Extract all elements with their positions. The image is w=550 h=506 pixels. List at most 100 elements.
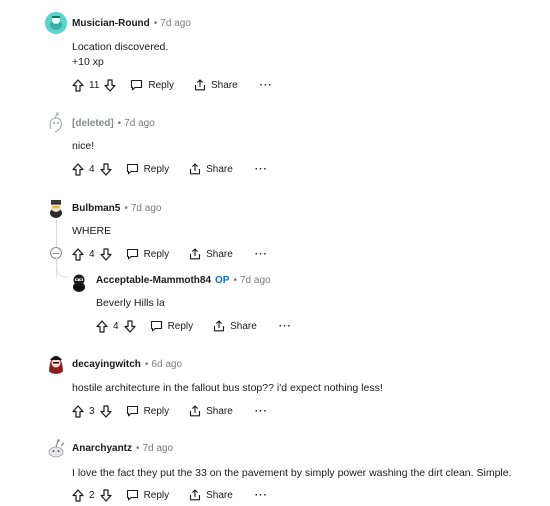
comment-actions: 11 Reply Share ··· bbox=[72, 77, 273, 93]
avatar[interactable] bbox=[45, 112, 67, 134]
share-icon bbox=[190, 489, 201, 501]
share-button[interactable]: Share bbox=[189, 489, 233, 501]
comment-age[interactable]: 7d ago bbox=[124, 118, 155, 129]
share-button[interactable]: Share bbox=[194, 79, 238, 91]
share-icon bbox=[190, 248, 201, 260]
author-name[interactable]: Acceptable-Mammoth84 bbox=[96, 275, 211, 286]
more-options-button[interactable]: ··· bbox=[255, 490, 268, 501]
vote-score: 4 bbox=[89, 163, 95, 175]
comment-age[interactable]: 7d ago bbox=[160, 18, 191, 29]
comment-actions: 3 Reply Share ··· bbox=[72, 403, 268, 419]
downvote-icon[interactable] bbox=[104, 78, 116, 92]
comment-body: Beverly Hills la bbox=[96, 296, 165, 311]
op-badge: OP bbox=[215, 275, 230, 286]
meta-separator: • bbox=[153, 18, 158, 29]
downvote-icon[interactable] bbox=[99, 488, 112, 502]
more-options-button[interactable]: ··· bbox=[255, 406, 268, 417]
comment-meta: Anarchyantz • 7d ago bbox=[72, 443, 173, 454]
reply-button[interactable]: Reply bbox=[126, 248, 170, 260]
comment-meta: Musician-Round • 7d ago bbox=[72, 18, 191, 29]
share-button[interactable]: Share bbox=[189, 405, 233, 417]
downvote-icon[interactable] bbox=[99, 162, 112, 176]
upvote-icon[interactable] bbox=[72, 404, 84, 418]
share-button[interactable]: Share bbox=[189, 248, 233, 260]
reply-label: Reply bbox=[143, 489, 170, 501]
comment-meta: Acceptable-Mammoth84 OP • 7d ago bbox=[96, 275, 271, 286]
share-icon bbox=[194, 79, 206, 91]
meta-separator: • bbox=[117, 118, 122, 129]
more-options-button[interactable]: ··· bbox=[260, 80, 273, 91]
reply-button[interactable]: Reply bbox=[130, 79, 174, 91]
reply-button[interactable]: Reply bbox=[126, 489, 170, 501]
author-name[interactable]: Bulbman5 bbox=[72, 203, 120, 214]
comment-line: I love the fact they put the 33 on the p… bbox=[72, 467, 512, 479]
vote-score: 4 bbox=[113, 320, 119, 332]
avatar[interactable] bbox=[45, 12, 67, 34]
share-label: Share bbox=[206, 163, 233, 175]
upvote-icon[interactable] bbox=[72, 78, 84, 92]
share-icon bbox=[190, 405, 201, 417]
reply-button[interactable]: Reply bbox=[126, 163, 170, 175]
share-icon bbox=[190, 163, 201, 175]
comment-line: nice! bbox=[72, 140, 95, 152]
avatar[interactable] bbox=[45, 197, 67, 219]
share-icon bbox=[214, 320, 225, 332]
comment-age[interactable]: 7d ago bbox=[143, 443, 174, 454]
comment-actions: 4 Reply Share ··· bbox=[72, 246, 268, 262]
avatar[interactable] bbox=[68, 270, 90, 292]
author-name[interactable]: Musician-Round bbox=[72, 18, 150, 29]
upvote-icon[interactable] bbox=[72, 162, 84, 176]
downvote-icon[interactable] bbox=[123, 319, 136, 333]
comment-age[interactable]: 7d ago bbox=[131, 203, 162, 214]
vote-score: 4 bbox=[89, 248, 95, 260]
author-name[interactable]: decayingwitch bbox=[72, 359, 141, 370]
comment-body: WHERE bbox=[72, 224, 111, 239]
comment-body: nice! bbox=[72, 139, 94, 154]
reply-label: Reply bbox=[143, 163, 170, 175]
upvote-icon[interactable] bbox=[72, 488, 84, 502]
comment-meta: decayingwitch • 6d ago bbox=[72, 359, 182, 370]
comment-body: Location discovered. +10 xp bbox=[72, 40, 168, 70]
upvote-icon[interactable] bbox=[96, 319, 108, 333]
more-options-button[interactable]: ··· bbox=[255, 164, 268, 175]
more-options-button[interactable]: ··· bbox=[279, 321, 292, 332]
comment-actions: 4 Reply Share ··· bbox=[72, 161, 268, 177]
comment-icon bbox=[131, 79, 143, 91]
share-label: Share bbox=[206, 248, 233, 260]
vote-score: 3 bbox=[89, 405, 95, 417]
comment-icon bbox=[126, 163, 138, 175]
reply-button[interactable]: Reply bbox=[150, 320, 194, 332]
downvote-icon[interactable] bbox=[99, 404, 112, 418]
comment-line: Location discovered. bbox=[72, 41, 169, 53]
share-button[interactable]: Share bbox=[213, 320, 257, 332]
author-name[interactable]: Anarchyantz bbox=[72, 443, 132, 454]
comment-meta: [deleted] • 7d ago bbox=[72, 118, 155, 129]
share-label: Share bbox=[230, 320, 257, 332]
avatar[interactable] bbox=[45, 352, 67, 374]
more-options-button[interactable]: ··· bbox=[255, 249, 268, 260]
share-button[interactable]: Share bbox=[189, 163, 233, 175]
upvote-icon[interactable] bbox=[72, 247, 84, 261]
comment-actions: 4 Reply Share ··· bbox=[96, 318, 292, 334]
avatar[interactable] bbox=[45, 437, 67, 459]
comment-line: +10 xp bbox=[72, 56, 104, 68]
meta-separator: • bbox=[136, 443, 140, 454]
meta-separator: • bbox=[124, 203, 128, 214]
comment-line: Beverly Hills la bbox=[96, 297, 165, 309]
comment-body: hostile architecture in the fallout bus … bbox=[72, 381, 383, 396]
reply-label: Reply bbox=[148, 79, 174, 91]
comment-actions: 2 Reply Share ··· bbox=[72, 487, 268, 503]
meta-separator: • bbox=[144, 359, 149, 370]
downvote-icon[interactable] bbox=[99, 247, 112, 261]
comment-age[interactable]: 6d ago bbox=[151, 359, 182, 370]
share-label: Share bbox=[206, 489, 233, 501]
share-label: Share bbox=[210, 79, 238, 91]
vote-score: 11 bbox=[89, 79, 100, 91]
reply-label: Reply bbox=[143, 248, 170, 260]
meta-separator: • bbox=[233, 275, 237, 286]
comment-age[interactable]: 7d ago bbox=[240, 275, 271, 286]
reply-label: Reply bbox=[167, 320, 194, 332]
reply-button[interactable]: Reply bbox=[126, 405, 169, 417]
comment-body: I love the fact they put the 33 on the p… bbox=[72, 466, 512, 481]
comment-meta: Bulbman5 • 7d ago bbox=[72, 203, 161, 214]
